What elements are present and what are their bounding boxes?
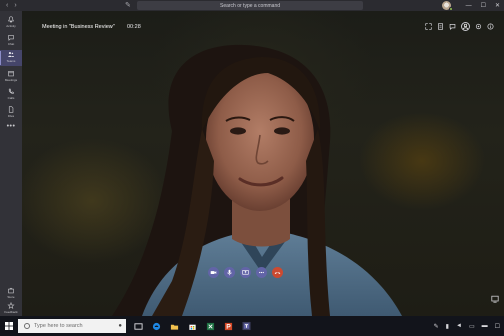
powerpoint-icon[interactable] xyxy=(224,322,233,331)
camera-button[interactable] xyxy=(208,267,219,278)
calendar-icon xyxy=(8,71,14,77)
rail-label: Feedback xyxy=(4,310,18,314)
excel-icon[interactable] xyxy=(206,322,215,331)
microphone-icon xyxy=(227,269,232,276)
maximize-button[interactable]: ☐ xyxy=(481,2,486,9)
rail-label: Activity xyxy=(6,24,16,28)
chat-icon[interactable] xyxy=(449,23,456,30)
cortana-icon xyxy=(24,323,30,329)
network-icon[interactable]: ▮ xyxy=(446,323,449,330)
settings-icon[interactable] xyxy=(475,23,482,30)
device-settings-icon[interactable] xyxy=(491,295,499,303)
title-bar: ‹ › ✎ Search or type a command — ☐ ✕ xyxy=(0,0,504,11)
call-duration: 00:28 xyxy=(127,24,141,30)
hang-up-icon xyxy=(274,271,281,275)
notes-icon[interactable] xyxy=(437,23,444,30)
more-options-button[interactable] xyxy=(256,267,267,278)
teams-icon[interactable] xyxy=(242,321,251,331)
rail-item-store[interactable]: Store xyxy=(0,286,22,302)
profile-avatar[interactable] xyxy=(441,1,453,11)
phone-icon xyxy=(8,88,14,94)
meeting-toolbar xyxy=(425,22,494,31)
feedback-icon xyxy=(7,302,15,309)
start-button[interactable] xyxy=(0,316,18,336)
more-options-icon xyxy=(259,271,264,274)
microphone-icon[interactable]: ● xyxy=(118,323,122,329)
mute-button[interactable] xyxy=(224,267,235,278)
file-explorer-icon[interactable] xyxy=(170,322,179,331)
rail-label: Store xyxy=(7,295,15,299)
rail-item-chat[interactable]: Chat xyxy=(0,33,22,49)
rail-label: Calls xyxy=(7,96,15,100)
app-rail: Activity Chat Teams Meetings Calls Files… xyxy=(0,11,22,316)
rail-item-feedback[interactable]: Feedback xyxy=(0,301,22,317)
keyboard-icon[interactable]: ▭ xyxy=(469,323,475,330)
meeting-title: Meeting in "Business Review" xyxy=(42,24,115,30)
pinned-apps xyxy=(134,321,251,331)
task-view-icon[interactable] xyxy=(134,322,143,331)
video-stage: Meeting in "Business Review" 00:28 xyxy=(22,11,504,316)
window-controls: — ☐ ✕ xyxy=(441,0,500,11)
close-button[interactable]: ✕ xyxy=(495,2,500,9)
pen-icon[interactable]: ✎ xyxy=(434,323,439,330)
bell-icon xyxy=(8,16,14,23)
taskbar-search-box[interactable]: Type here to search ● xyxy=(18,319,126,333)
back-arrow-icon[interactable]: ‹ xyxy=(6,0,8,11)
forward-arrow-icon[interactable]: › xyxy=(14,0,16,11)
rail-item-calls[interactable]: Calls xyxy=(0,87,22,103)
taskbar-search-placeholder: Type here to search xyxy=(34,323,83,329)
notifications-icon[interactable]: ☐ xyxy=(495,323,500,330)
store-icon xyxy=(8,287,14,294)
rail-item-files[interactable]: Files xyxy=(0,105,22,121)
history-nav: ‹ › xyxy=(0,0,17,11)
expand-icon[interactable] xyxy=(425,23,432,30)
volume-icon[interactable]: ◄ xyxy=(456,323,462,329)
rail-label: Chat xyxy=(7,42,15,46)
participants-icon[interactable] xyxy=(461,22,470,31)
system-tray: ✎ ▮ ◄ ▭ ▬ ☐ xyxy=(434,316,500,336)
rail-item-teams[interactable]: Teams xyxy=(0,50,22,66)
call-controls xyxy=(208,267,283,278)
teams-icon xyxy=(8,52,14,57)
more-apps-icon[interactable]: ••• xyxy=(0,123,22,130)
edge-icon[interactable] xyxy=(152,322,161,331)
rail-item-activity[interactable]: Activity xyxy=(0,15,22,31)
share-screen-icon xyxy=(242,270,249,275)
chat-icon xyxy=(8,35,14,41)
minimize-button[interactable]: — xyxy=(466,3,472,9)
info-icon[interactable] xyxy=(487,23,494,30)
rail-item-meetings[interactable]: Meetings xyxy=(0,69,22,85)
video-camera-icon xyxy=(210,271,217,275)
clock-icon[interactable]: ▬ xyxy=(482,323,488,329)
compose-icon[interactable]: ✎ xyxy=(125,0,131,11)
store-icon[interactable] xyxy=(188,322,197,331)
hang-up-button[interactable] xyxy=(272,267,283,278)
command-search-placeholder: Search or type a command xyxy=(219,2,281,9)
windows-logo-icon xyxy=(5,322,13,330)
command-search-box[interactable]: Search or type a command xyxy=(137,1,363,10)
share-button[interactable] xyxy=(240,267,251,278)
rail-label: Teams xyxy=(6,59,16,63)
file-icon xyxy=(8,106,14,113)
windows-taskbar: Type here to search ● ✎ ▮ ◄ ▭ ▬ ☐ xyxy=(0,316,504,336)
rail-label: Meetings xyxy=(4,78,18,82)
rail-label: Files xyxy=(7,114,15,118)
